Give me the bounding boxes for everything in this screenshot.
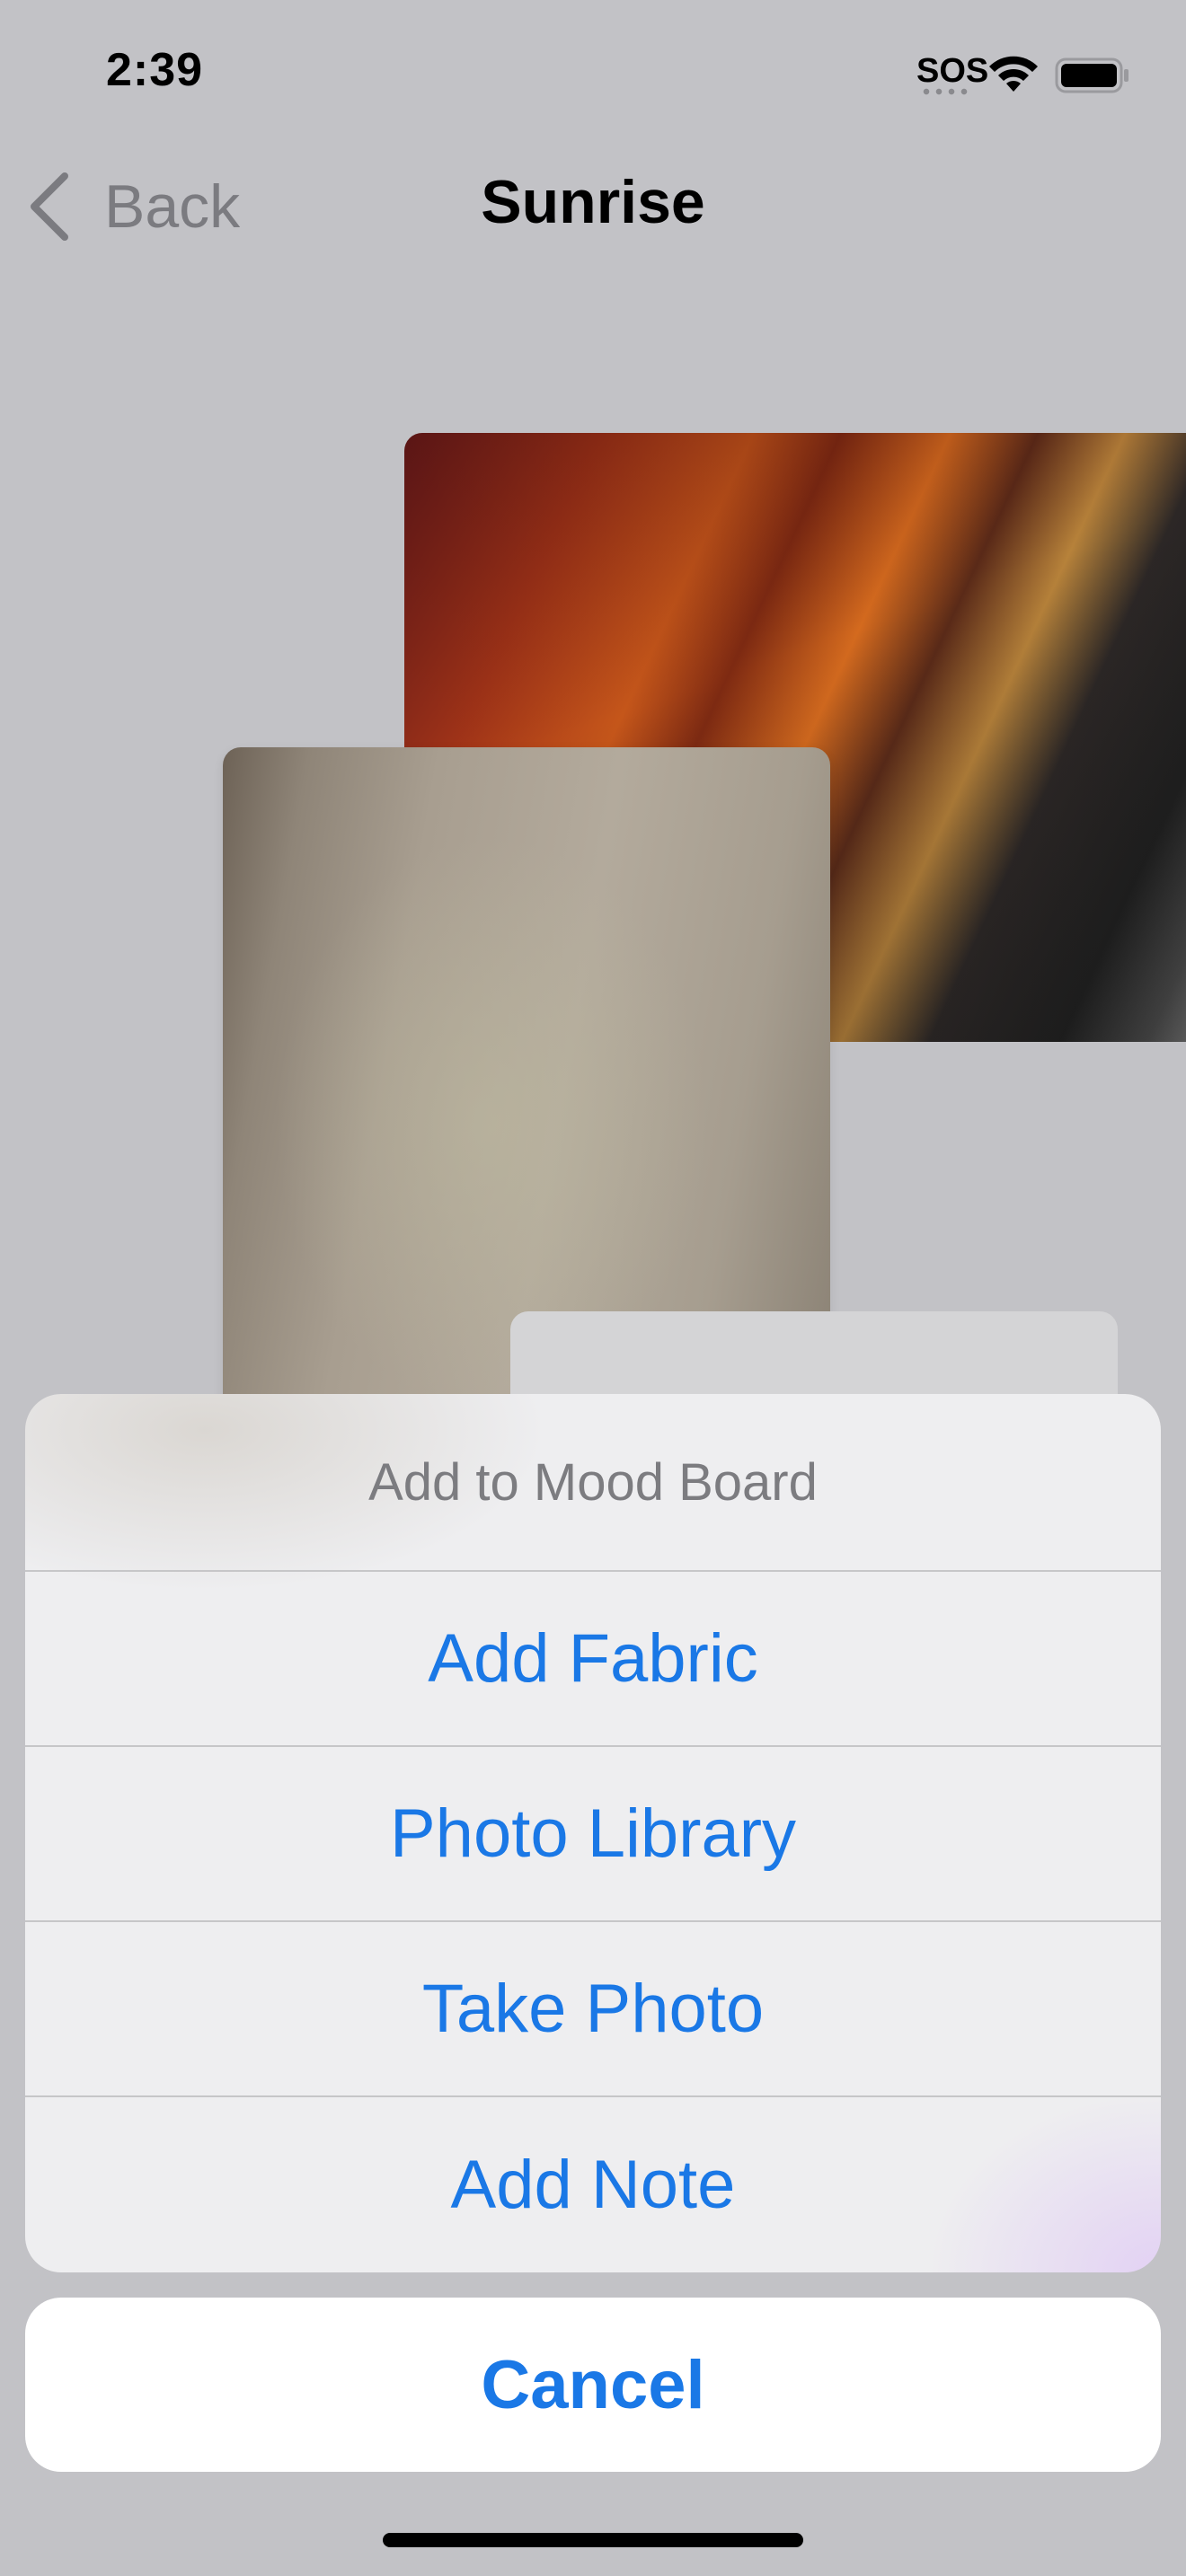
- battery-icon: [1055, 57, 1128, 93]
- action-sheet-title: Add to Mood Board: [25, 1394, 1161, 1572]
- add-fabric-button[interactable]: Add Fabric: [25, 1572, 1161, 1747]
- page-title: Sunrise: [481, 168, 705, 236]
- add-note-button[interactable]: Add Note: [25, 2097, 1161, 2272]
- photo-library-button[interactable]: Photo Library: [25, 1747, 1161, 1922]
- screen: 2:39 SOS Back Sunrise Add to Mood Board …: [0, 0, 1186, 2576]
- signal-dots-icon: [920, 88, 970, 95]
- sos-indicator: SOS: [916, 52, 989, 90]
- action-sheet: Add to Mood Board Add Fabric Photo Libra…: [25, 1394, 1161, 2272]
- take-photo-button[interactable]: Take Photo: [25, 1922, 1161, 2097]
- status-time: 2:39: [106, 44, 204, 96]
- cancel-button[interactable]: Cancel: [25, 2298, 1161, 2472]
- home-indicator[interactable]: [383, 2533, 803, 2547]
- status-bar: 2:39 SOS: [0, 0, 1186, 153]
- wifi-icon: [989, 56, 1038, 92]
